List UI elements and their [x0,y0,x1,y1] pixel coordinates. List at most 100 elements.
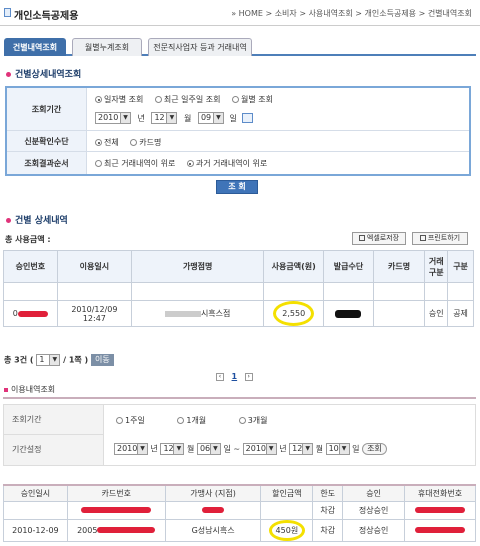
id-method-row: 신분확인수단 전체 카드명 [7,131,469,152]
period-row: 조회기간 일자별 조회 최근 일주일 조회 월별 조회 2010 ▼ 년 12 ▼ … [7,88,469,131]
usage-col-merchant: 가맹사 (지점) [164,484,262,502]
col-trade: 거래구분 [424,250,449,283]
day-unit: 일 [229,113,237,123]
to-day-value: 10 [328,444,339,453]
tab-monthly[interactable]: 월별누계조회 [72,38,142,56]
period-option-daily-label: 일자별 조회 [104,95,144,104]
page-link-current[interactable]: 1 [232,372,238,381]
issuer-cell [323,300,374,327]
radio-icon [130,139,138,146]
radio-icon [95,96,102,103]
excel-save-label: 엑셀로저장 [366,234,400,242]
order-option-past[interactable]: 과거 거래내역이 위로 [186,159,267,168]
usage-phone-cell [404,500,476,520]
from-year-value: 2010 [117,444,138,453]
period-option-week[interactable]: 최근 일주일 조회 [154,95,221,104]
tab-bar: 건별내역조회 월별누계조회 전문직사업자 등과 거래내역 [4,38,476,56]
prev-page-icon[interactable]: ‹ [216,372,224,381]
redaction-mark [81,507,152,513]
usage-col-phone: 휴대전화번호 [404,484,476,502]
page-total: / 1쪽 ) [63,355,89,365]
order-label: 조회결과순서 [7,152,87,174]
order-option-recent[interactable]: 최근 거래내역이 위로 [95,159,175,168]
go-button[interactable]: 이동 [90,354,114,366]
usage-discount-cell [260,500,314,520]
period-option-month[interactable]: 월별 조회 [232,95,273,104]
page-title: 개인소득공제용 [14,11,79,22]
usage-col-date: 승인일시 [3,484,68,502]
period-option-daily[interactable]: 일자별 조회 [95,95,143,104]
total-label: 총 사용금액 : [5,235,51,244]
blurred-text [164,310,201,317]
redaction-mark [17,310,48,317]
title-bar: 개인소득공제용 » HOME > 소비자 > 사용내역조회 > 개인소득공제용 … [0,0,480,26]
merchant-name: 시흑스점 [200,309,231,318]
chevron-down-icon: ▼ [302,444,313,454]
table-row[interactable]: 0 2010/12/09 12:47 시흑스점 2,550 승인 공제 [3,300,474,327]
type-cell: 공제 [447,300,474,327]
from-year-select[interactable]: 2010 ▼ [114,443,148,455]
period-option-month-label: 월별 조회 [241,95,274,104]
usage-period-1m[interactable]: 1개월 [177,416,206,425]
radio-icon [238,417,246,424]
usage-section-title-text: 이용내역조회 [11,385,56,394]
highlight-circle: 450원 [268,519,306,541]
calendar-icon[interactable] [242,113,254,123]
usage-date-cell [3,500,68,520]
usage-card-prefix: 2005 [77,525,98,535]
usage-discount-value: 450원 [275,525,299,535]
tab-professional[interactable]: 전문직사업자 등과 거래내역 [148,38,252,56]
month-select[interactable]: 12 ▼ [151,112,178,124]
usage-period-1w[interactable]: 1주일 [116,416,145,425]
year-select[interactable]: 2010 ▼ [95,112,131,124]
usage-row[interactable]: 2010-12-09 2005 G성남시흑스 450원 차감 정상승인 [3,518,476,542]
usage-period-label: 조회기간 [4,405,104,435]
usage-merchant-cell: G성남시흑스 [164,518,262,542]
id-options: 전체 카드명 [95,137,170,148]
detail-table: 승인번호 이용일시 가맹점명 사용금액(원) 발급수단 카드명 거래구분 구분 … [3,250,474,327]
usage-period-3m[interactable]: 3개월 [238,416,268,425]
order-option-recent-label: 최근 거래내역이 위로 [104,159,176,168]
usage-header-row: 승인일시 카드번호 가맹사 (지점) 할인금액 한도 승인 휴대전화번호 [3,484,476,502]
next-page-icon[interactable]: › [244,372,253,381]
id-option-card[interactable]: 카드명 [130,138,161,147]
year-value: 2010 [98,113,119,122]
usage-period-options: 1주일 1개월 3개월 [116,415,277,426]
from-day-select[interactable]: 06 ▼ [196,443,221,455]
excel-save-button[interactable]: 엑셀로저장 [352,232,406,245]
to-year-value: 2010 [245,444,267,453]
table-row-empty [3,282,474,301]
page-count: 총 3건 ( 1 ▼ / 1쪽 ) 이동 [4,354,114,366]
col-datetime: 이용일시 [56,250,133,283]
date-selects: 2010 ▼ 년 12 ▼ 월 09 ▼ 일 [95,112,254,124]
chevron-down-icon: ▼ [338,444,349,454]
col-type: 구분 [447,250,474,283]
usage-row[interactable]: 차감 정상승인 [3,500,476,520]
from-month-select[interactable]: 12 ▼ [160,443,185,455]
col-card: 카드명 [372,250,426,283]
to-day-select[interactable]: 10 ▼ [325,443,350,455]
chevron-down-icon: ▼ [212,113,223,123]
usage-setting-label: 기간설정 [4,435,104,465]
from-day-value: 06 [199,444,211,453]
print-button[interactable]: 프린트하기 [412,232,468,245]
usage-limit-cell: 차감 [312,500,344,520]
day-value: 09 [200,113,212,122]
usage-card-cell: 2005 [66,518,166,542]
to-month-select[interactable]: 12 ▼ [289,443,314,455]
to-year-select[interactable]: 2010 ▼ [242,443,277,455]
page-select[interactable]: 1 ▼ [36,354,61,366]
search-button[interactable]: 조 회 [216,180,258,194]
period-options: 일자별 조회 최근 일주일 조회 월별 조회 [95,94,282,105]
query-box: 조회기간 일자별 조회 최근 일주일 조회 월별 조회 2010 ▼ 년 12 ▼ … [5,86,471,176]
day-select[interactable]: 09 ▼ [197,112,224,124]
redaction-mark [97,527,156,533]
from-month-value: 12 [163,444,174,453]
count-text: 총 3건 ( [4,355,34,365]
id-option-all[interactable]: 전체 [95,138,119,147]
amount-value: 2,550 [282,309,306,318]
document-icon [4,8,11,17]
tab-case-detail[interactable]: 건별내역조회 [4,38,66,56]
usage-search-button[interactable]: 조회 [362,443,387,455]
usage-divider [3,397,476,399]
